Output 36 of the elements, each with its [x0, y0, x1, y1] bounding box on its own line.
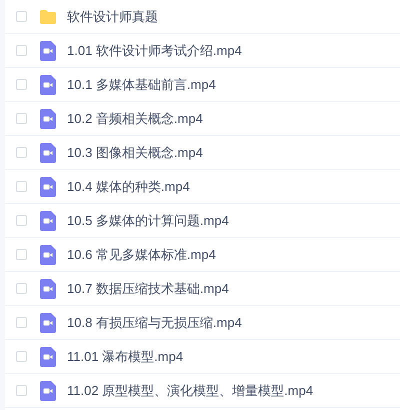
file-name[interactable]: 10.6 常见多媒体标准.mp4: [67, 244, 216, 264]
file-name[interactable]: 10.2 音频相关概念.mp4: [67, 108, 203, 128]
video-file-icon: [40, 380, 56, 400]
checkbox[interactable]: [16, 317, 27, 328]
video-file-icon: [40, 312, 56, 332]
folder-icon: [39, 8, 57, 24]
checkbox[interactable]: [16, 351, 27, 362]
video-file-icon: [40, 278, 56, 298]
video-file-icon: [40, 108, 56, 128]
video-file-icon: [40, 142, 56, 162]
video-file-icon: [40, 210, 56, 230]
checkbox[interactable]: [16, 215, 27, 226]
video-file-icon: [40, 244, 56, 264]
file-name[interactable]: 软件设计师真题: [67, 6, 158, 26]
file-name[interactable]: 10.1 多媒体基础前言.mp4: [67, 74, 216, 94]
video-file-icon: [40, 74, 56, 94]
file-name[interactable]: 11.01 瀑布模型.mp4: [67, 346, 184, 366]
video-file-icon: [40, 40, 56, 60]
checkbox[interactable]: [16, 385, 27, 396]
file-name[interactable]: 10.8 有损压缩与无损压缩.mp4: [67, 312, 242, 332]
file-name[interactable]: 10.4 媒体的种类.mp4: [67, 176, 190, 196]
video-file-icon: [40, 176, 56, 196]
checkbox[interactable]: [16, 249, 27, 260]
file-name[interactable]: 10.5 多媒体的计算问题.mp4: [67, 210, 229, 230]
checkbox[interactable]: [16, 113, 27, 124]
file-name[interactable]: 1.01 软件设计师考试介绍.mp4: [67, 40, 242, 60]
checkbox[interactable]: [16, 181, 27, 192]
file-name[interactable]: 11.02 原型模型、演化模型、增量模型.mp4: [67, 380, 314, 400]
checkbox[interactable]: [16, 45, 27, 56]
video-file-icon: [40, 346, 56, 366]
file-name[interactable]: 10.7 数据压缩技术基础.mp4: [67, 278, 229, 298]
checkbox[interactable]: [16, 147, 27, 158]
checkbox[interactable]: [16, 79, 27, 90]
checkbox[interactable]: [16, 283, 27, 294]
file-name[interactable]: 10.3 图像相关概念.mp4: [67, 142, 203, 162]
checkbox[interactable]: [16, 11, 27, 22]
